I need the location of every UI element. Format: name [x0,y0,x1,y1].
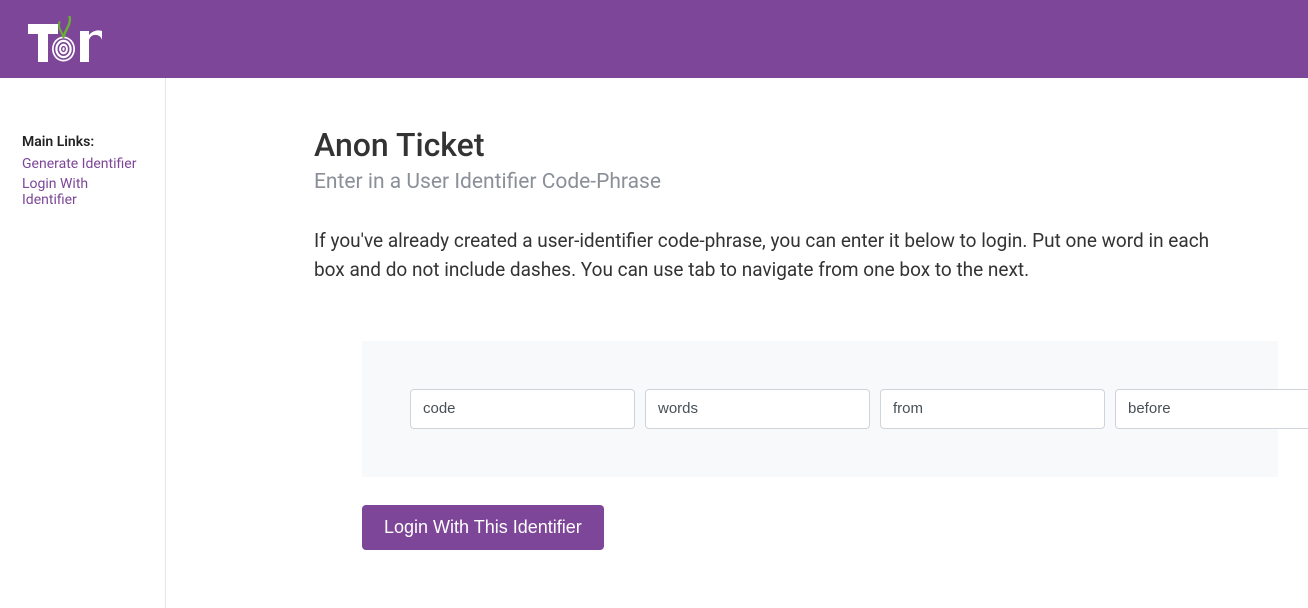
sidebar-link-generate-identifier[interactable]: Generate Identifier [22,156,143,172]
code-phrase-row [410,389,1230,429]
site-header [0,0,1308,78]
main-content: Anon Ticket Enter in a User Identifier C… [166,78,1308,608]
login-with-identifier-button[interactable]: Login With This Identifier [362,505,604,550]
code-word-2-input[interactable] [645,389,870,429]
code-word-1-input[interactable] [410,389,635,429]
page-title: Anon Ticket [314,126,1278,164]
sidebar-title: Main Links: [22,134,143,150]
code-word-4-input[interactable] [1115,389,1308,429]
code-phrase-panel [362,341,1278,477]
page-description: If you've already created a user-identif… [314,226,1244,285]
sidebar: Main Links: Generate Identifier Login Wi… [0,78,166,608]
page-subtitle: Enter in a User Identifier Code-Phrase [314,170,1278,194]
code-word-3-input[interactable] [880,389,1105,429]
sidebar-link-login-with-identifier[interactable]: Login With Identifier [22,176,143,208]
tor-logo[interactable] [28,16,106,62]
